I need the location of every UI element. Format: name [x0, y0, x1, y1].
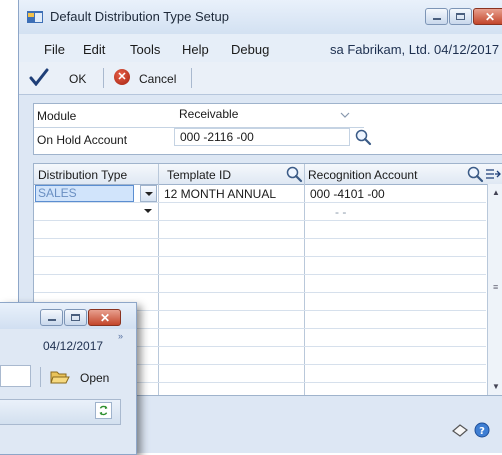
- background-window: ✕ 04/12/2017 » Open: [0, 302, 137, 455]
- app-icon: [27, 11, 43, 23]
- chevron-down-icon[interactable]: [340, 112, 350, 118]
- help-icon[interactable]: ?: [474, 422, 490, 438]
- toolbar: OK ✕ Cancel: [19, 62, 502, 95]
- close-icon: ✕: [100, 311, 111, 325]
- refresh-icon[interactable]: [95, 402, 112, 419]
- background-window-list-header: [0, 399, 121, 425]
- window-title: Default Distribution Type Setup: [50, 9, 229, 24]
- minimize-button[interactable]: [425, 8, 448, 25]
- col-distribution-type[interactable]: Distribution Type: [38, 168, 127, 182]
- distribution-type-dropdown[interactable]: [140, 185, 157, 202]
- recognition-account-cell[interactable]: 000 -4101 -00: [310, 187, 385, 201]
- header-fields-panel: Module On Hold Account Receivable 000 -2…: [33, 103, 502, 155]
- minimize-icon: [433, 18, 441, 20]
- menu-file[interactable]: File: [44, 42, 65, 57]
- distribution-type-dropdown[interactable]: [140, 203, 157, 220]
- vertical-scrollbar[interactable]: ▲ ≡ ▼: [487, 184, 502, 395]
- checkmark-icon[interactable]: [29, 68, 49, 86]
- maximize-button[interactable]: [449, 8, 472, 25]
- minimize-icon: [48, 319, 56, 321]
- background-window-title-bar: ✕: [0, 303, 136, 329]
- background-window-input[interactable]: [0, 365, 31, 387]
- template-id-cell[interactable]: 12 MONTH ANNUAL: [164, 187, 276, 201]
- on-hold-account-value: 000 -2116 -00: [180, 130, 254, 144]
- svg-text:?: ?: [479, 426, 485, 437]
- maximize-icon: [456, 13, 465, 20]
- recognition-account-cell[interactable]: - -: [335, 205, 346, 219]
- menu-tools[interactable]: Tools: [130, 42, 160, 57]
- menu-help[interactable]: Help: [182, 42, 209, 57]
- row-divider: [34, 274, 486, 275]
- open-button[interactable]: Open: [80, 371, 109, 385]
- close-icon: ✕: [485, 10, 496, 24]
- toolbar-separator: [191, 68, 192, 88]
- module-label: Module: [37, 109, 77, 123]
- template-lookup-icon[interactable]: [285, 165, 303, 183]
- row-divider: [34, 256, 486, 257]
- column-divider: [158, 164, 159, 395]
- cancel-icon[interactable]: ✕: [114, 69, 130, 85]
- column-divider: [304, 164, 305, 395]
- menu-debug[interactable]: Debug: [231, 42, 269, 57]
- scroll-grip-icon[interactable]: ≡: [493, 282, 498, 292]
- scroll-up-icon[interactable]: ▲: [492, 188, 500, 197]
- close-button[interactable]: ✕: [88, 309, 121, 326]
- module-select[interactable]: Receivable: [174, 106, 360, 124]
- scroll-down-icon[interactable]: ▼: [492, 382, 500, 391]
- note-icon[interactable]: [451, 422, 469, 438]
- on-hold-account-input[interactable]: 000 -2116 -00: [174, 128, 350, 146]
- toolbar-separator: [40, 367, 41, 387]
- maximize-button[interactable]: [64, 309, 87, 326]
- open-folder-icon[interactable]: [50, 369, 70, 385]
- module-value: Receivable: [179, 107, 239, 121]
- ok-button[interactable]: OK: [69, 72, 86, 86]
- row-divider: [34, 238, 486, 239]
- background-window-date: 04/12/2017: [43, 339, 104, 353]
- row-divider: [34, 202, 486, 203]
- distribution-type-cell[interactable]: SALES: [35, 185, 134, 202]
- close-button[interactable]: ✕: [473, 8, 502, 25]
- distribution-type-value: SALES: [38, 186, 77, 200]
- menu-bar: File Edit Tools Help Debug sa Fabrikam, …: [19, 34, 502, 62]
- lookup-icon[interactable]: [354, 128, 372, 146]
- row-divider: [34, 220, 486, 221]
- account-lookup-icon[interactable]: [466, 165, 484, 183]
- minimize-button[interactable]: [40, 309, 63, 326]
- toolbar-separator: [103, 68, 104, 88]
- grid-header: Distribution Type Template ID Recognitio…: [34, 164, 502, 185]
- col-template-id[interactable]: Template ID: [167, 168, 231, 182]
- menu-edit[interactable]: Edit: [83, 42, 105, 57]
- cancel-button[interactable]: Cancel: [139, 72, 176, 86]
- on-hold-account-label: On Hold Account: [37, 133, 128, 147]
- col-recognition-account[interactable]: Recognition Account: [308, 168, 417, 182]
- title-bar: Default Distribution Type Setup ✕: [19, 0, 502, 34]
- expand-rows-icon[interactable]: [485, 167, 501, 181]
- maximize-icon: [71, 314, 80, 321]
- user-company-date: sa Fabrikam, Ltd. 04/12/2017: [330, 42, 500, 57]
- chevron-right-icon[interactable]: »: [118, 331, 123, 341]
- row-divider: [34, 292, 486, 293]
